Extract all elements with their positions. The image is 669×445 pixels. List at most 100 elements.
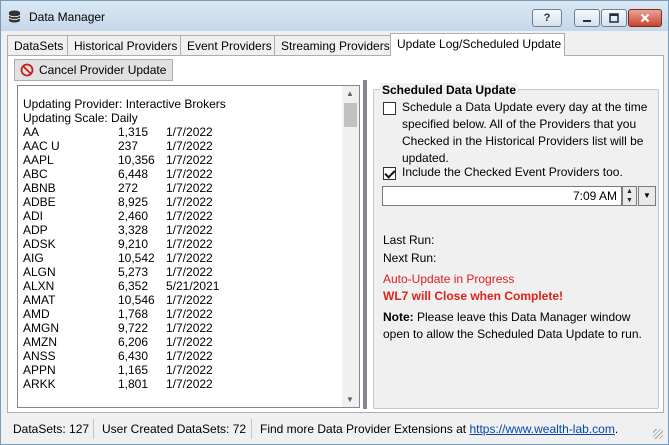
minimize-icon bbox=[583, 20, 591, 22]
schedule-update-checkbox[interactable] bbox=[383, 102, 396, 115]
log-row: ANSS 6,430 1/7/2022 bbox=[23, 349, 226, 363]
log-date: 1/7/2022 bbox=[166, 251, 213, 265]
log-bar-count: 8,925 bbox=[118, 195, 149, 209]
log-date: 1/7/2022 bbox=[166, 209, 213, 223]
auto-update-status: Auto-Update in Progress bbox=[383, 272, 515, 286]
log-date: 1/7/2022 bbox=[166, 153, 213, 167]
update-time-input[interactable]: 7:09 AM bbox=[382, 186, 622, 206]
find-more-label: Find more Data Provider Extensions at bbox=[260, 422, 470, 436]
log-bar-count: 6,430 bbox=[118, 349, 149, 363]
log-symbol: ADP bbox=[23, 223, 48, 237]
log-row: ADP 3,328 1/7/2022 bbox=[23, 223, 226, 237]
log-row: AAPL 10,356 1/7/2022 bbox=[23, 153, 226, 167]
panel-splitter[interactable] bbox=[363, 80, 367, 409]
log-date: 1/7/2022 bbox=[166, 223, 213, 237]
log-row: ALXN 6,352 5/21/2021 bbox=[23, 279, 226, 293]
scrollbar-thumb[interactable] bbox=[344, 103, 357, 127]
log-bar-count: 1,165 bbox=[118, 363, 149, 377]
log-bar-count: 3,328 bbox=[118, 223, 149, 237]
datasets-count: DataSets: 127 bbox=[13, 422, 90, 436]
log-row: AMZN 6,206 1/7/2022 bbox=[23, 335, 226, 349]
schedule-update-label[interactable]: Schedule a Data Update every day at the … bbox=[402, 99, 647, 167]
status-separator bbox=[251, 419, 252, 439]
log-row: AMD 1,768 1/7/2022 bbox=[23, 307, 226, 321]
schedule-label-line: Schedule a Data Update every day at the … bbox=[402, 100, 648, 114]
log-date: 1/7/2022 bbox=[166, 139, 213, 153]
log-bar-count: 9,210 bbox=[118, 237, 149, 251]
include-event-providers-label[interactable]: Include the Checked Event Providers too. bbox=[402, 164, 623, 181]
log-symbol: ABC bbox=[23, 167, 48, 181]
log-bar-count: 1,768 bbox=[118, 307, 149, 321]
tab-event-providers[interactable]: Event Providers bbox=[180, 35, 275, 55]
minimize-button[interactable] bbox=[574, 9, 600, 27]
close-button[interactable] bbox=[628, 9, 662, 27]
time-dropdown-button[interactable]: ▼ bbox=[638, 186, 656, 206]
tab-datasets[interactable]: DataSets bbox=[7, 35, 68, 55]
log-row: ADSK 9,210 1/7/2022 bbox=[23, 237, 226, 251]
schedule-label-line: Checked in the Historical Providers list… bbox=[402, 134, 644, 148]
spin-down-icon[interactable]: ▼ bbox=[626, 197, 633, 204]
time-spinner[interactable]: ▲ ▼ bbox=[622, 186, 637, 206]
log-row: AIG 10,542 1/7/2022 bbox=[23, 251, 226, 265]
tab-streaming-providers[interactable]: Streaming Providers bbox=[274, 35, 391, 55]
note-body: Please leave this Data Manager window op… bbox=[383, 310, 642, 341]
log-symbol: ADI bbox=[23, 209, 44, 223]
find-more-text: Find more Data Provider Extensions at ht… bbox=[260, 422, 618, 436]
log-bar-count: 5,273 bbox=[118, 265, 149, 279]
log-row: ALGN 5,273 1/7/2022 bbox=[23, 265, 226, 279]
log-row: AMGN 9,722 1/7/2022 bbox=[23, 321, 226, 335]
title-bar[interactable]: Data Manager ? bbox=[1, 1, 668, 31]
log-bar-count: 1,801 bbox=[118, 377, 149, 391]
log-bar-count: 6,448 bbox=[118, 167, 149, 181]
scroll-down-icon[interactable]: ▼ bbox=[346, 395, 354, 404]
log-date: 1/7/2022 bbox=[166, 125, 213, 139]
log-bar-count: 9,722 bbox=[118, 321, 149, 335]
log-row: AAC U 237 1/7/2022 bbox=[23, 139, 226, 153]
data-manager-window: Data Manager ? DataSets Historical Provi… bbox=[0, 0, 669, 445]
log-bar-count: 237 bbox=[118, 139, 139, 153]
log-symbol: ANSS bbox=[23, 349, 56, 363]
scheduled-data-update-title: Scheduled Data Update bbox=[380, 83, 519, 97]
tab-historical-providers[interactable]: Historical Providers bbox=[67, 35, 181, 55]
maximize-icon bbox=[609, 13, 619, 23]
log-row: ADI 2,460 1/7/2022 bbox=[23, 209, 226, 223]
window-title: Data Manager bbox=[29, 10, 106, 24]
spin-up-icon[interactable]: ▲ bbox=[626, 188, 633, 195]
log-scale-line: Updating Scale: Daily bbox=[23, 111, 138, 125]
log-date: 1/7/2022 bbox=[166, 363, 213, 377]
log-bar-count: 2,460 bbox=[118, 209, 149, 223]
resize-grip-icon[interactable] bbox=[653, 429, 663, 439]
find-more-period: . bbox=[614, 422, 619, 436]
log-bar-count: 10,542 bbox=[118, 251, 155, 265]
log-symbol: ABNB bbox=[23, 181, 56, 195]
cancel-provider-update-button[interactable]: Cancel Provider Update bbox=[14, 59, 174, 81]
log-rows: AA 1,315 1/7/2022 AAC U 237 1/7/2022 AAPL 10,35… bbox=[23, 125, 226, 391]
help-button[interactable]: ? bbox=[532, 9, 562, 27]
log-row: AA 1,315 1/7/2022 bbox=[23, 125, 226, 139]
log-symbol: AMGN bbox=[23, 321, 59, 335]
log-row: APPN 1,165 1/7/2022 bbox=[23, 363, 226, 377]
status-bar: DataSets: 127 User Created DataSets: 72 … bbox=[2, 415, 667, 443]
log-provider-line: Updating Provider: Interactive Brokers bbox=[23, 97, 226, 111]
log-bar-count: 10,356 bbox=[118, 153, 155, 167]
scroll-up-icon[interactable]: ▲ bbox=[346, 89, 354, 98]
log-date: 1/7/2022 bbox=[166, 265, 213, 279]
log-date: 1/7/2022 bbox=[166, 307, 213, 321]
wealth-lab-link[interactable]: https://www.wealth-lab.com bbox=[469, 422, 614, 436]
include-event-providers-checkbox[interactable] bbox=[383, 167, 396, 180]
close-warning: WL7 will Close when Complete! bbox=[383, 289, 564, 303]
last-run-label: Last Run: bbox=[383, 233, 435, 247]
schedule-label-line: specified below. All of the Providers th… bbox=[402, 117, 637, 131]
log-content: Updating Provider: Interactive Brokers U… bbox=[23, 97, 226, 391]
log-vertical-scrollbar[interactable]: ▲ ▼ bbox=[342, 86, 359, 407]
log-symbol: ARKK bbox=[23, 377, 56, 391]
log-date: 5/21/2021 bbox=[166, 279, 220, 293]
chevron-down-icon: ▼ bbox=[643, 191, 651, 200]
log-date: 1/7/2022 bbox=[166, 293, 213, 307]
tab-update-log-scheduled-update[interactable]: Update Log/Scheduled Update bbox=[390, 33, 565, 56]
log-symbol: ADBE bbox=[23, 195, 56, 209]
cancel-icon bbox=[20, 63, 34, 77]
maximize-button[interactable] bbox=[601, 9, 627, 27]
database-icon bbox=[8, 10, 21, 23]
update-log-textbox[interactable]: Updating Provider: Interactive Brokers U… bbox=[17, 85, 360, 408]
